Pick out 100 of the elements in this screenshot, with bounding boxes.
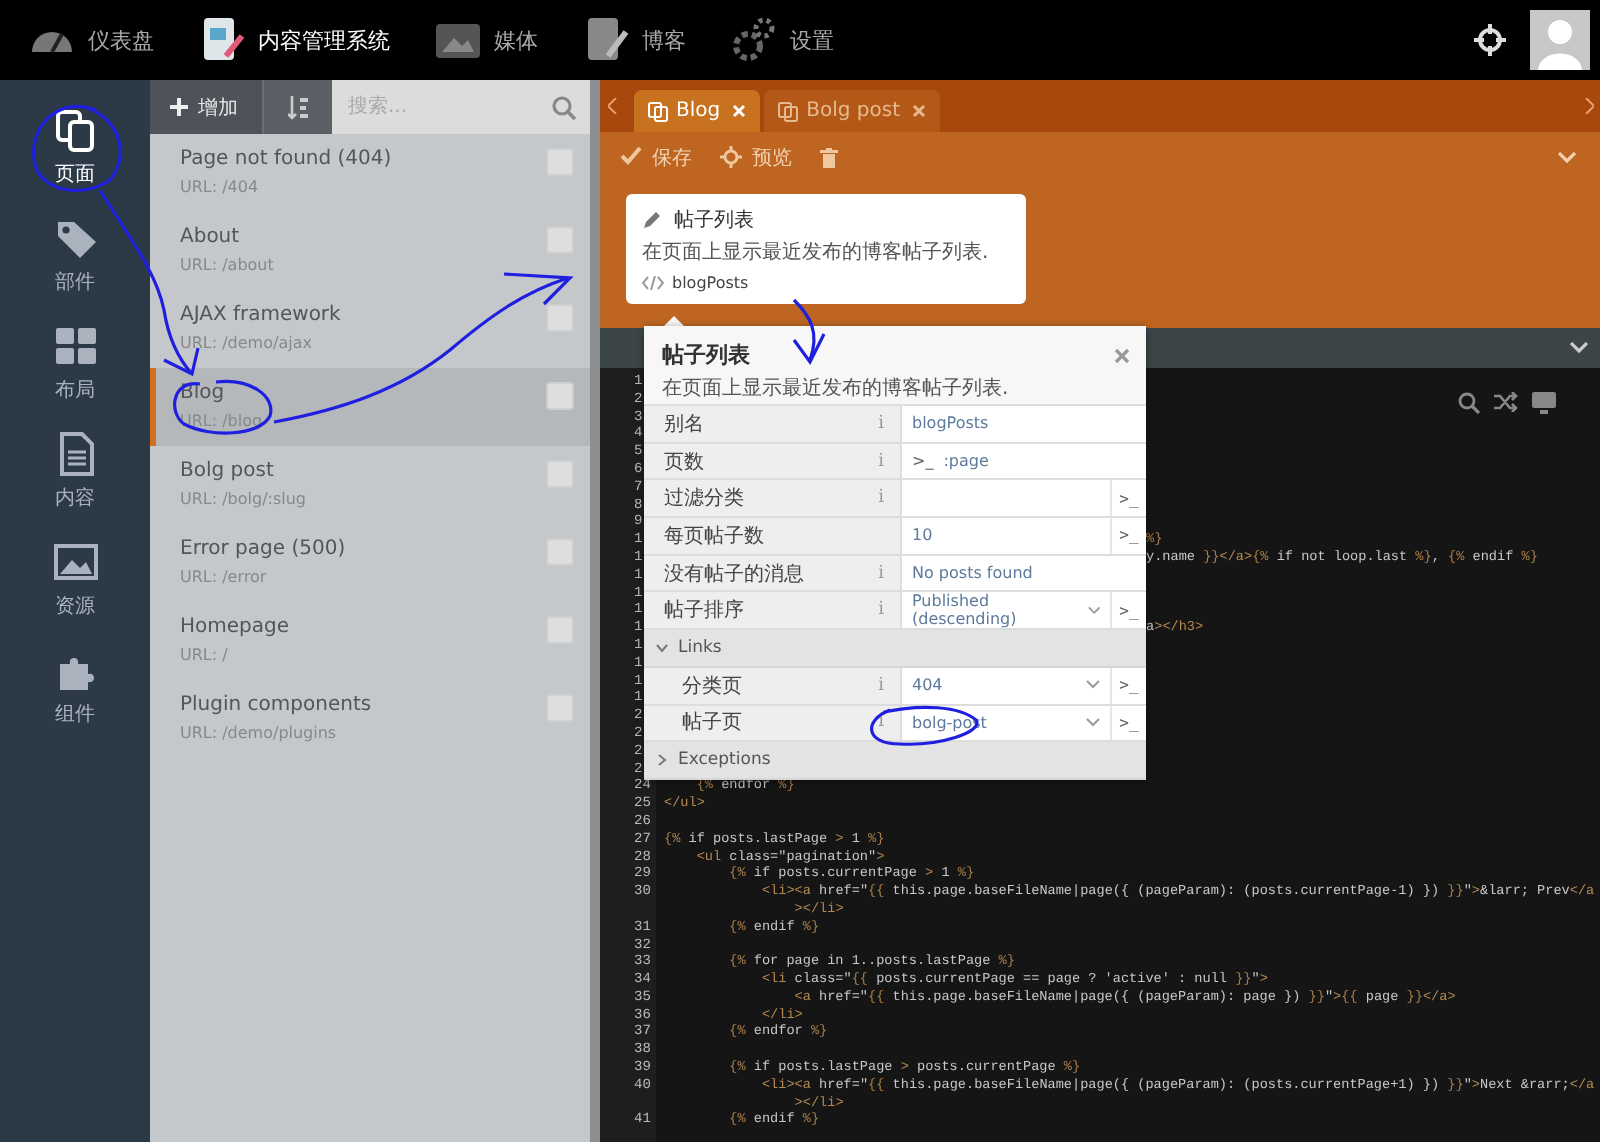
property-label: 帖子页 <box>682 709 742 737</box>
dropdown[interactable]: Published (descending) <box>900 592 1110 629</box>
sidebar-item[interactable]: 资源 <box>15 540 135 648</box>
sidebar-item[interactable]: 内容 <box>15 432 135 540</box>
tag-icon <box>53 216 97 260</box>
checkbox[interactable] <box>546 616 574 644</box>
component-alias: blogPosts <box>672 274 749 292</box>
checkbox[interactable] <box>546 460 574 488</box>
avatar[interactable] <box>1530 10 1590 70</box>
expression-button[interactable]: >_ <box>1110 592 1146 629</box>
expression-button[interactable]: >_ <box>1110 667 1146 703</box>
crosshair-icon <box>720 146 742 168</box>
page-title: About <box>180 224 242 250</box>
chevron-down-icon <box>1086 717 1100 728</box>
check-icon <box>620 146 642 168</box>
page-title: AJAX framework <box>180 302 343 328</box>
close-icon[interactable] <box>912 104 926 118</box>
toolbar-button[interactable]: 保存 <box>620 143 692 171</box>
inspector-description: 在页面上显示最近发布的博客帖子列表. <box>662 375 1011 402</box>
expression-button[interactable]: >_ <box>1110 518 1146 554</box>
tab[interactable]: Blog <box>634 90 761 132</box>
inspector-title: 帖子列表 <box>662 340 752 370</box>
text-field[interactable]: >_ :page <box>900 443 1146 479</box>
checkbox[interactable] <box>546 382 574 410</box>
chevron-down-icon[interactable] <box>1558 151 1576 163</box>
page-url: URL: /demo/plugins <box>180 724 339 742</box>
component-description: 在页面上显示最近发布的博客帖子列表. <box>642 242 989 266</box>
chevron-left-icon[interactable] <box>608 98 618 114</box>
nav-item[interactable]: 博客 <box>582 16 686 64</box>
info-icon[interactable]: i <box>878 675 884 696</box>
property-group-header[interactable]: Exceptions <box>644 742 1146 780</box>
property-label: 页数 <box>664 449 704 476</box>
search-icon[interactable] <box>1458 392 1480 414</box>
pencil-icon <box>642 210 662 230</box>
page-list-item[interactable]: Page not found (404) URL: /404 <box>150 134 590 212</box>
text-field[interactable]: 10 <box>900 518 1110 554</box>
expression-button[interactable]: >_ <box>1110 480 1146 517</box>
trash-icon[interactable] <box>820 147 838 167</box>
property-group-header[interactable]: Links <box>644 630 1146 668</box>
grid-icon <box>53 324 97 368</box>
nav-item[interactable]: 仪表盘 <box>28 16 154 64</box>
checkbox[interactable] <box>546 538 574 566</box>
chevron-down-icon <box>656 641 668 654</box>
page-url: URL: /404 <box>180 178 261 196</box>
sidebar-item[interactable]: 部件 <box>15 216 135 324</box>
text-field[interactable]: No posts found <box>900 555 1146 591</box>
code-icon <box>642 276 664 290</box>
property-label: 过滤分类 <box>664 485 744 513</box>
chevron-down-icon <box>1086 680 1100 691</box>
info-icon[interactable]: i <box>878 451 884 472</box>
page-url: URL: /error <box>180 568 269 586</box>
checkbox[interactable] <box>546 148 574 176</box>
page-title: Page not found (404) <box>180 146 394 172</box>
checkbox[interactable] <box>546 226 574 254</box>
info-icon[interactable]: i <box>878 600 884 621</box>
info-icon[interactable]: i <box>878 563 884 584</box>
chevron-right-icon[interactable] <box>1584 98 1594 114</box>
chevron-down-icon[interactable] <box>1570 342 1588 354</box>
shuffle-icon[interactable] <box>1494 392 1518 412</box>
property-label: 没有帖子的消息 <box>664 561 804 588</box>
dropdown[interactable]: 404 <box>900 667 1110 703</box>
property-label: 每页帖子数 <box>664 523 764 550</box>
sidebar-item[interactable]: 页面 <box>15 108 135 216</box>
page-list-item[interactable]: AJAX framework URL: /demo/ajax <box>150 290 590 368</box>
pen-arrow-annotation <box>792 298 826 366</box>
checkbox[interactable] <box>546 304 574 332</box>
sidebar-item[interactable]: 布局 <box>15 324 135 432</box>
page-url: URL: /about <box>180 256 276 274</box>
text-field[interactable] <box>900 480 1110 517</box>
pages-icon <box>53 108 97 152</box>
property-label: 帖子排序 <box>664 597 744 625</box>
page-list-item[interactable]: Error page (500) URL: /error <box>150 524 590 602</box>
nav-item[interactable]: 内容管理系统 <box>198 16 390 64</box>
info-icon[interactable]: i <box>878 413 884 434</box>
page-list-item[interactable]: About URL: /about <box>150 212 590 290</box>
tab[interactable]: Bolg post <box>764 90 940 132</box>
plus-icon <box>170 98 188 116</box>
sidebar-item[interactable]: 组件 <box>15 648 135 756</box>
page-list-item[interactable]: Plugin components URL: /demo/plugins <box>150 680 590 758</box>
property-label: 别名 <box>664 411 704 438</box>
toolbar-button[interactable]: 预览 <box>720 143 792 171</box>
nav-item[interactable]: 设置 <box>730 16 834 64</box>
close-icon[interactable] <box>1114 348 1130 364</box>
page-url: URL: /demo/ajax <box>180 334 314 352</box>
add-button[interactable]: 增加 <box>150 80 262 134</box>
text-field[interactable]: blogPosts <box>900 406 1146 442</box>
expression-button[interactable]: >_ <box>1110 705 1146 741</box>
component-card[interactable]: 帖子列表 在页面上显示最近发布的博客帖子列表. blogPosts <box>626 194 1026 304</box>
monitor-icon[interactable] <box>1532 392 1556 414</box>
crosshair-icon[interactable] <box>1474 24 1506 56</box>
page-list-item[interactable]: Bolg post URL: /bolg/:slug <box>150 446 590 524</box>
page-list-item[interactable]: Homepage URL: / <box>150 602 590 680</box>
chevron-right-icon <box>656 754 668 767</box>
image-icon <box>53 540 97 584</box>
checkbox[interactable] <box>546 694 574 722</box>
nav-item[interactable]: 媒体 <box>434 16 538 64</box>
pen-circle-annotation <box>32 104 122 192</box>
pages-icon <box>778 101 799 121</box>
info-icon[interactable]: i <box>878 488 884 509</box>
page-title: Bolg post <box>180 458 276 484</box>
